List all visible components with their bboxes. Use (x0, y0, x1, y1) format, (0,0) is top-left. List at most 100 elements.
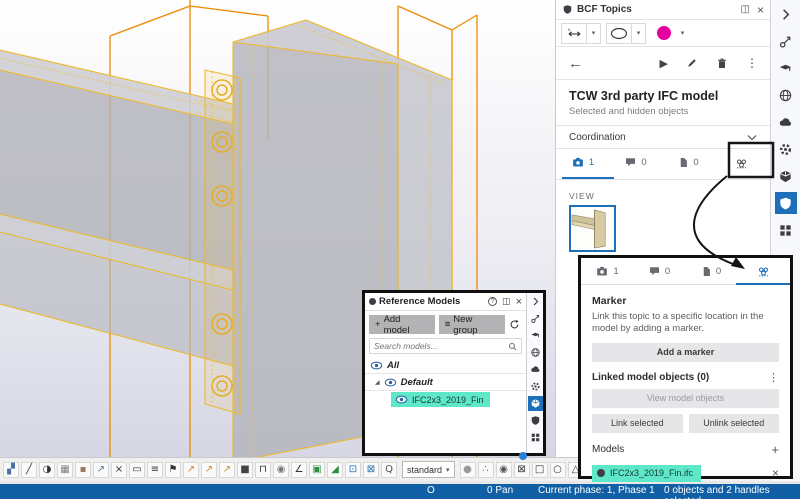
toolbar-icon[interactable]: ↗ (201, 462, 217, 478)
toolbar-icon[interactable]: ↗ (183, 462, 199, 478)
cloud-markup-tool[interactable]: ▾ (606, 23, 646, 44)
help-icon[interactable]: ? (488, 297, 497, 306)
tree-row-all[interactable]: All (365, 357, 526, 374)
gear-icon[interactable] (528, 379, 543, 394)
back-arrow-icon[interactable]: ← (568, 55, 583, 72)
magenta-color-icon[interactable] (651, 23, 676, 44)
tab-documents[interactable]: 0 (685, 265, 737, 278)
model-file-highlight[interactable]: IFC2x3_2019_Fin.ifc (592, 465, 701, 482)
grid-icon[interactable] (528, 430, 543, 445)
refresh-icon[interactable] (509, 319, 520, 330)
more-options-icon[interactable]: ⋮ (746, 56, 758, 70)
model-name: IFC2x3_2019_Fin (412, 395, 484, 405)
toolbar-icon[interactable]: ⊠ (363, 462, 379, 478)
tab-comments[interactable]: 0 (609, 156, 662, 168)
new-group-button[interactable]: ≡ New group (439, 315, 505, 334)
search-models-box[interactable] (369, 338, 522, 354)
toolbar-icon[interactable]: ▪ (75, 462, 91, 478)
toolbar-icon[interactable]: ○ (550, 462, 566, 478)
tree-row-default-group[interactable]: ◢ Default (365, 374, 526, 391)
toolbar-icon[interactable]: ◢ (327, 462, 343, 478)
cloud-icon[interactable] (775, 111, 797, 133)
tab-snapshots[interactable]: 1 (556, 156, 609, 168)
gear-icon[interactable] (775, 138, 797, 160)
toolbar-icon[interactable]: ■ (237, 462, 253, 478)
visibility-eye-icon[interactable] (395, 395, 408, 404)
chevron-right-icon[interactable] (775, 3, 797, 25)
globe-icon[interactable] (775, 84, 797, 106)
toolbar-icon[interactable]: ⚑ (165, 462, 181, 478)
color-picker-tool[interactable]: ▾ (651, 23, 689, 44)
cube-icon[interactable] (528, 396, 543, 411)
chevron-down-icon[interactable]: ▾ (676, 23, 689, 44)
tab-linked-models[interactable] (737, 264, 789, 278)
tab-snapshots[interactable]: 1 (581, 265, 633, 277)
arrow-markup-icon[interactable]: x (562, 24, 587, 43)
view-model-objects-button[interactable]: View model objects (592, 389, 779, 408)
panel-dock-icon[interactable]: ◫ (502, 296, 511, 307)
tree-row-model[interactable]: IFC2x3_2019_Fin (365, 391, 526, 408)
visibility-eye-icon[interactable] (370, 361, 383, 370)
cloud-markup-icon[interactable] (607, 24, 632, 43)
toolbar-icon[interactable]: ↗ (219, 462, 235, 478)
play-icon[interactable]: ▶ (660, 57, 668, 70)
search-models-input[interactable] (374, 341, 508, 351)
globe-icon[interactable] (528, 345, 543, 360)
selection-filter-dropdown[interactable]: standard ▾ (402, 461, 455, 478)
more-options-icon[interactable]: ⋮ (768, 371, 779, 384)
toolbar-icon[interactable]: ⊠ (514, 462, 530, 478)
add-model-plus-icon[interactable]: + (771, 442, 779, 457)
toolbar-icon[interactable]: ▦ (57, 462, 73, 478)
toolbar-icon[interactable]: ╱ (21, 462, 37, 478)
chevron-right-icon[interactable] (528, 294, 543, 309)
shield-icon[interactable] (775, 192, 797, 214)
cap-icon[interactable] (775, 57, 797, 79)
close-icon[interactable]: × (757, 3, 764, 17)
toolbar-icon[interactable]: ∠ (291, 462, 307, 478)
toolbar-icon[interactable]: × (111, 462, 127, 478)
selected-model-highlight[interactable]: IFC2x3_2019_Fin (391, 392, 490, 407)
toolbar-icon[interactable]: ◉ (496, 462, 512, 478)
tab-comments[interactable]: 0 (633, 265, 685, 277)
toolbar-icon[interactable]: ◑ (39, 462, 55, 478)
toolbar-icon[interactable]: ▣ (309, 462, 325, 478)
arrow-markup-tool[interactable]: x ▾ (561, 23, 601, 44)
toolbar-icon[interactable]: ▞ (3, 462, 19, 478)
cube-icon[interactable] (775, 165, 797, 187)
add-marker-button[interactable]: Add a marker (592, 343, 779, 362)
delete-trash-icon[interactable] (716, 57, 728, 70)
toolbar-icon[interactable]: ▭ (129, 462, 145, 478)
toolbar-icon[interactable]: ⊡ (345, 462, 361, 478)
models-label: Models (592, 444, 771, 455)
toolbar-icon[interactable]: ◉ (273, 462, 289, 478)
grid-icon[interactable] (775, 219, 797, 241)
chevron-down-icon[interactable]: ▾ (632, 24, 645, 43)
toolbar-icon[interactable]: ● (460, 462, 476, 478)
add-model-button[interactable]: + Add model (369, 315, 435, 334)
camera-icon (571, 156, 585, 168)
connect-icon[interactable] (528, 311, 543, 326)
panel-dock-icon[interactable]: ◫ (741, 4, 750, 15)
toolbar-icon[interactable]: □ (532, 462, 548, 478)
toolbar-icon[interactable]: ≡ (147, 462, 163, 478)
cap-icon[interactable] (528, 328, 543, 343)
edit-pencil-icon[interactable] (686, 57, 698, 69)
visibility-eye-icon[interactable] (384, 378, 397, 387)
coordination-section-header[interactable]: Coordination (556, 126, 770, 149)
unlink-selected-button[interactable]: Unlink selected (689, 414, 780, 433)
connect-icon[interactable] (775, 30, 797, 52)
remove-model-icon[interactable]: × (772, 466, 779, 480)
toolbar-icon[interactable]: ∴ (478, 462, 494, 478)
cloud-icon[interactable] (528, 362, 543, 377)
chevron-down-icon[interactable]: ▾ (587, 24, 600, 43)
tab-linked-models[interactable] (715, 156, 768, 170)
expander-icon[interactable]: ◢ (375, 379, 380, 386)
close-icon[interactable]: × (516, 296, 522, 308)
toolbar-icon[interactable]: Q (381, 462, 397, 478)
link-selected-button[interactable]: Link selected (592, 414, 683, 433)
tab-documents[interactable]: 0 (662, 156, 715, 169)
shield-icon[interactable] (528, 413, 543, 428)
toolbar-icon[interactable]: ⊓ (255, 462, 271, 478)
snapshot-thumbnail[interactable] (569, 205, 616, 252)
toolbar-icon[interactable]: ↗ (93, 462, 109, 478)
